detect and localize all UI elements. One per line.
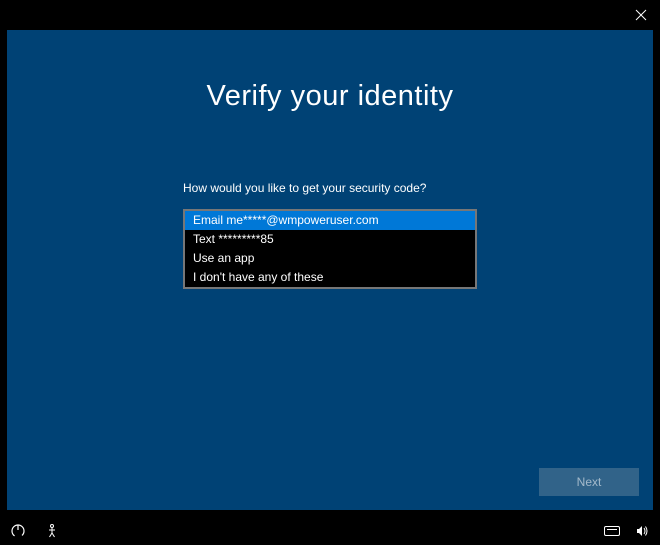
- keyboard-icon[interactable]: [604, 523, 620, 539]
- accessibility-icon[interactable]: [44, 523, 60, 539]
- taskbar-left: [10, 523, 60, 539]
- titlebar: [0, 0, 660, 30]
- dropdown-option-app[interactable]: Use an app: [185, 249, 475, 268]
- dropdown-option-none[interactable]: I don't have any of these: [185, 268, 475, 287]
- close-icon: [635, 9, 647, 21]
- volume-icon[interactable]: [634, 523, 650, 539]
- next-button[interactable]: Next: [539, 468, 639, 496]
- dropdown-option-text[interactable]: Text *********85: [185, 230, 475, 249]
- dropdown-option-email[interactable]: Email me*****@wmpoweruser.com: [185, 211, 475, 230]
- taskbar: [0, 517, 660, 545]
- verification-method-dropdown[interactable]: Email me*****@wmpoweruser.com Text *****…: [183, 209, 477, 289]
- content-area: Verify your identity How would you like …: [7, 30, 653, 510]
- prompt-text: How would you like to get your security …: [183, 181, 477, 195]
- setup-window: Verify your identity How would you like …: [0, 0, 660, 545]
- power-icon[interactable]: [10, 523, 26, 539]
- page-title: Verify your identity: [207, 80, 454, 113]
- main-panel: Verify your identity How would you like …: [7, 30, 653, 510]
- taskbar-right: [604, 523, 650, 539]
- close-button[interactable]: [634, 8, 648, 22]
